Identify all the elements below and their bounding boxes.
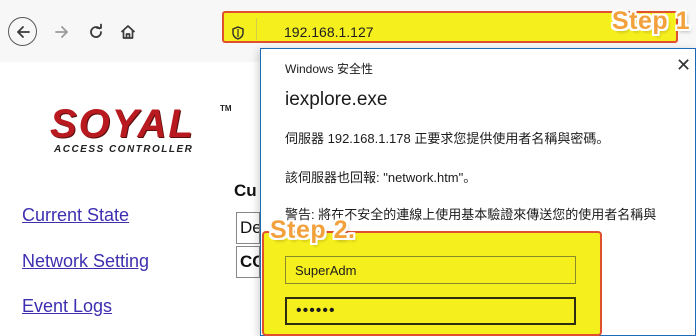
dialog-title: Windows 安全性 <box>285 62 374 76</box>
step2-annotation: Step 2. <box>270 216 356 244</box>
nav-link-network-setting[interactable]: Network Setting <box>22 251 149 272</box>
home-icon <box>120 25 136 39</box>
logo-text: SOYAL <box>50 102 195 146</box>
nav-link-current-state[interactable]: Current State <box>22 205 129 226</box>
password-input[interactable] <box>285 297 576 325</box>
forward-button[interactable] <box>48 18 76 46</box>
address-separator <box>256 18 257 40</box>
dialog-message: 伺服器 192.168.1.178 正要求您提供使用者名稱與密碼。 <box>285 131 610 146</box>
close-icon[interactable]: ✕ <box>676 55 691 76</box>
reload-icon <box>90 23 102 38</box>
dialog-app-name: iexplore.exe <box>285 89 388 110</box>
dialog-message: 該伺服器也回報: "network.htm"。 <box>285 170 477 185</box>
reload-button[interactable] <box>82 18 110 46</box>
logo-subtitle: ACCESS CONTROLLER <box>54 144 194 155</box>
username-input[interactable] <box>285 256 576 284</box>
url-text[interactable]: 192.168.1.127 <box>284 24 374 40</box>
section-heading: Cu <box>234 181 257 200</box>
arrow-left-icon <box>16 25 30 38</box>
shield-icon <box>232 26 244 40</box>
nav-link-event-logs[interactable]: Event Logs <box>22 296 112 317</box>
table-cell: De <box>236 212 260 244</box>
home-button[interactable] <box>114 18 142 46</box>
step1-annotation: Step 1 <box>612 7 691 35</box>
soyal-logo: SOYAL TM ACCESS CONTROLLER <box>50 102 232 156</box>
logo-trademark: TM <box>220 104 232 113</box>
arrow-right-icon <box>55 26 68 38</box>
table-cell: CC <box>236 246 260 278</box>
back-button[interactable] <box>8 17 37 46</box>
